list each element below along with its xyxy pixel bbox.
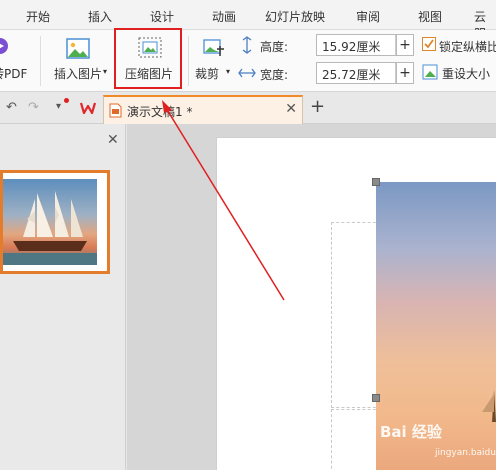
close-panel-icon[interactable]: ✕ [107,132,119,148]
picture-icon [66,38,90,59]
text-placeholder[interactable] [331,409,381,470]
height-row: 高度: 15.92厘米 − + [240,34,420,56]
height-value: 15.92厘米 [322,40,381,54]
width-icon [238,68,256,78]
reset-size-button[interactable]: 重设大小 [422,64,496,82]
height-increment-button[interactable]: + [396,34,414,56]
menu-tab-review[interactable]: 审阅 [356,8,380,25]
menu-tab-insert[interactable]: 插入 [88,8,112,25]
undo-icon[interactable]: ↶ [6,100,17,115]
crop-icon [203,39,224,56]
menu-tab-animation[interactable]: 动画 [212,8,236,25]
document-tab-title: 演示文稿1 * [127,105,193,119]
quick-access-menu-icon[interactable]: ▾ [56,101,61,112]
wps-logo-icon[interactable] [80,101,96,115]
baidu-watermark: Bai 经验 [380,423,442,441]
ribbon: 转PDF 插入图片 ▾ 压缩图片 裁剪 ▾ [0,30,496,92]
to-pdf-label: 转PDF [0,67,28,81]
checkbox-checked-icon [422,37,436,51]
slide-thumbnail-1[interactable] [0,170,110,274]
dropdown-arrow-icon: ▾ [226,67,231,76]
document-tab-bar: ↶ ↷ ▾ 演示文稿1 * ✕ + [0,92,496,124]
ribbon-divider [188,36,189,86]
reset-size-icon [422,64,438,80]
text-placeholder[interactable] [331,222,381,408]
dropdown-arrow-icon: ▾ [103,67,108,76]
insert-picture-button[interactable]: 插入图片 ▾ [46,32,110,88]
height-icon [242,36,252,54]
pdf-icon [0,38,8,54]
ship-mast-silhouette [482,390,496,422]
width-row: 宽度: 25.72厘米 − + [238,62,420,84]
width-increment-button[interactable]: + [396,62,414,84]
menu-bar: 开始 插入 设计 动画 幻灯片放映 审阅 视图 云服 [0,0,496,41]
slide-thumbnail-panel: ✕ [0,124,126,470]
menu-tab-slideshow[interactable]: 幻灯片放映 [265,8,325,25]
tab-presentation1[interactable]: 演示文稿1 * ✕ [103,95,303,124]
notification-dot [64,98,69,103]
compress-highlight-box [114,28,182,89]
ship-thumbnail-image [3,179,97,265]
redo-icon[interactable]: ↷ [28,100,39,115]
width-value: 25.72厘米 [322,68,381,82]
menu-tab-start[interactable]: 开始 [26,8,50,25]
menu-tab-design[interactable]: 设计 [150,8,174,25]
ribbon-divider [40,36,41,86]
lock-ratio-checkbox[interactable]: 锁定纵横比 [422,36,496,54]
baidu-watermark-url: jingyan.baidu.com [435,448,496,458]
close-tab-icon[interactable]: ✕ [285,101,297,117]
crop-button[interactable]: 裁剪 ▾ [193,32,233,88]
sailing-ship-illustration [3,191,97,265]
resize-handle[interactable] [372,394,380,402]
reset-size-label: 重设大小 [442,67,491,81]
lock-ratio-label: 锁定纵横比 [439,40,496,54]
insert-picture-label: 插入图片 [53,67,102,81]
width-label: 宽度: [260,68,289,82]
to-pdf-button[interactable]: 转PDF [0,32,36,88]
resize-handle[interactable] [372,178,380,186]
new-tab-plus-icon[interactable]: + [310,96,325,117]
height-label: 高度: [260,40,289,54]
presentation-file-icon [109,103,122,118]
menu-tab-view[interactable]: 视图 [418,8,442,25]
